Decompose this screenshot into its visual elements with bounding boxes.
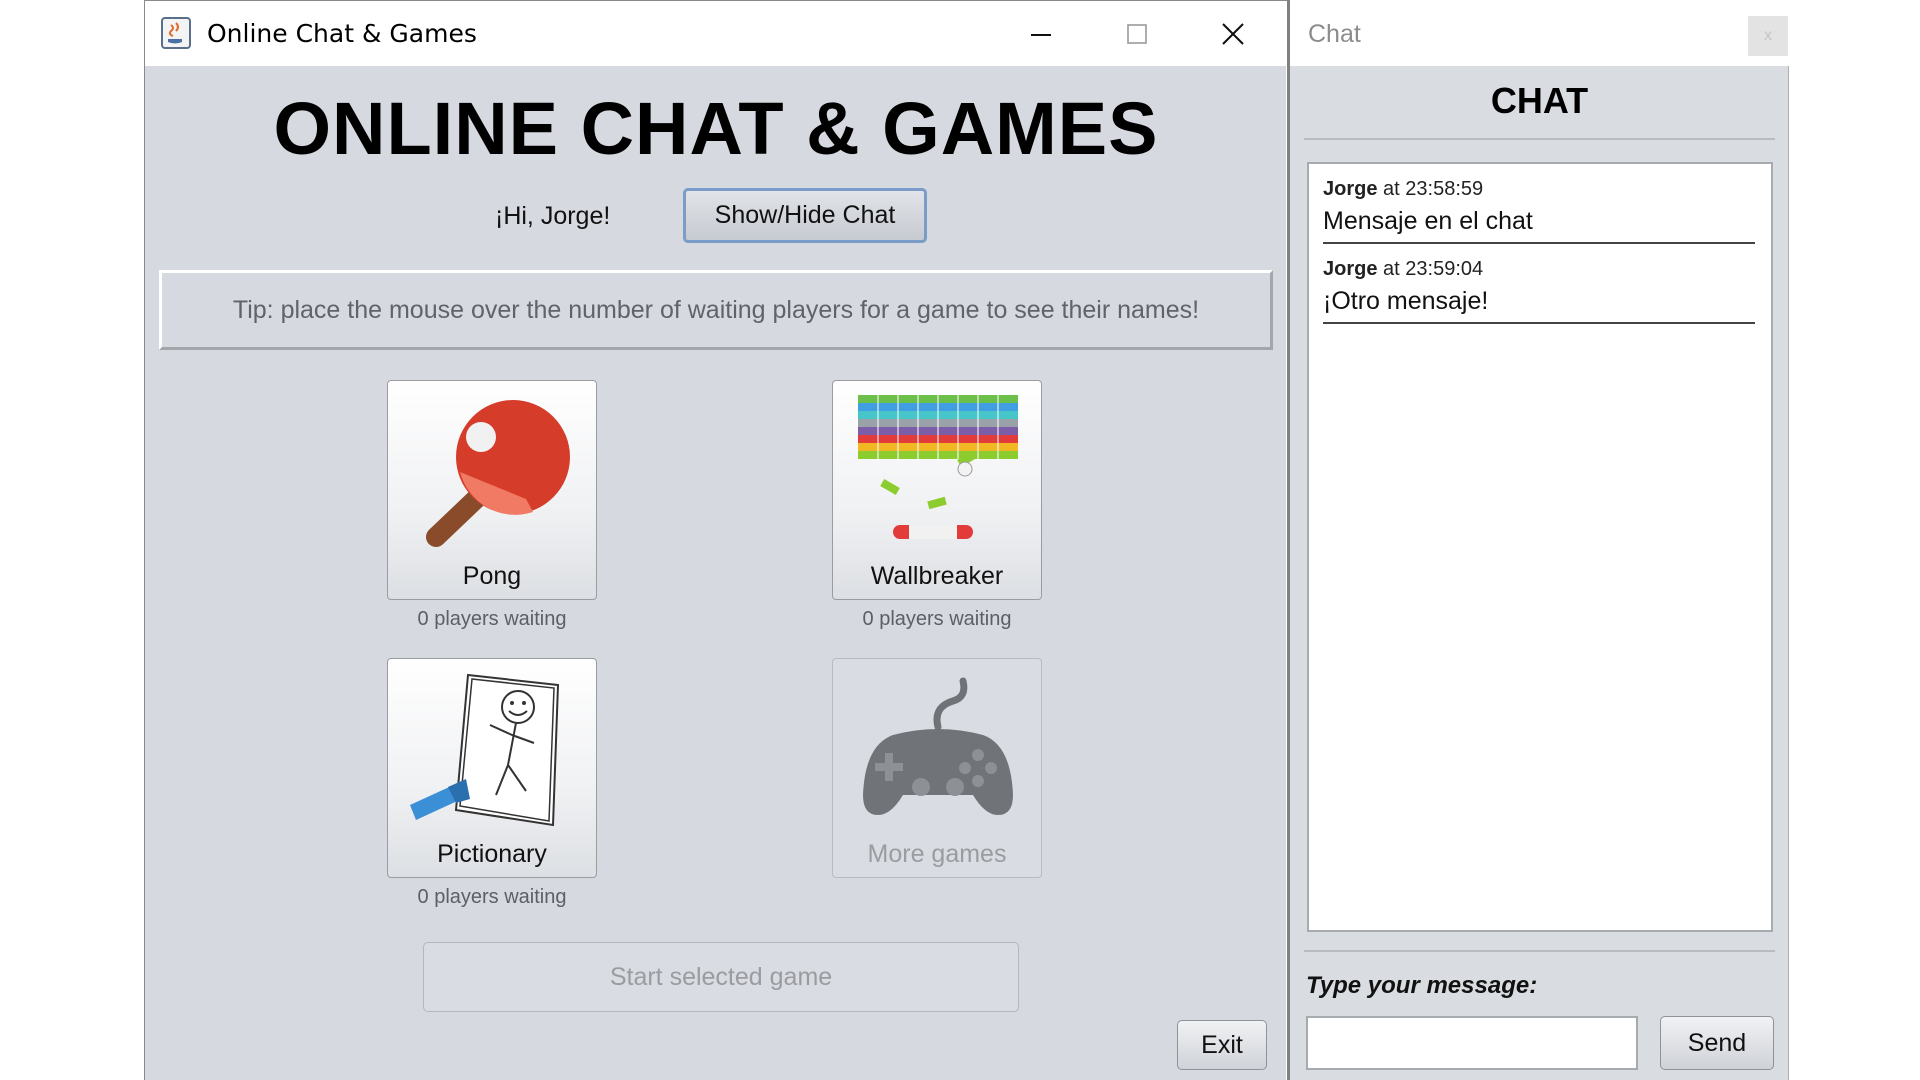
- game-label-more-games: More games: [867, 840, 1007, 868]
- game-label-pong: Pong: [462, 562, 522, 590]
- window-title: Online Chat & Games: [207, 19, 477, 48]
- close-icon: [1222, 23, 1244, 45]
- ping-pong-paddle-icon: [426, 400, 570, 547]
- maximize-icon: [1127, 24, 1147, 44]
- message-meta: Jorge at 23:58:59: [1323, 178, 1755, 201]
- tip-panel: Tip: place the mouse over the number of …: [159, 270, 1273, 350]
- java-app-icon: [161, 17, 191, 49]
- message-author: Jorge: [1323, 178, 1378, 200]
- message-input[interactable]: [1306, 1016, 1638, 1070]
- game-card-more-games: More games: [832, 658, 1042, 878]
- chat-message-log[interactable]: Jorge at 23:58:59 Mensaje en el chat Jor…: [1307, 162, 1773, 932]
- tip-text: Tip: place the mouse over the number of …: [232, 295, 1200, 324]
- game-card-pictionary[interactable]: Pictionary: [387, 658, 597, 878]
- game-card-wallbreaker[interactable]: Wallbreaker: [832, 380, 1042, 600]
- waiting-count-pictionary[interactable]: 0 players waiting: [387, 886, 597, 909]
- divider: [1304, 950, 1775, 952]
- chat-heading: CHAT: [1490, 80, 1589, 121]
- waiting-count-wallbreaker[interactable]: 0 players waiting: [832, 608, 1042, 631]
- message-time: at 23:58:59: [1383, 178, 1484, 200]
- message-meta: Jorge at 23:59:04: [1323, 258, 1755, 281]
- drawing-icon: [410, 673, 560, 827]
- message-time: at 23:59:04: [1383, 258, 1484, 280]
- app-heading: ONLINE CHAT & GAMES: [273, 87, 1159, 170]
- game-label-pictionary: Pictionary: [437, 840, 547, 868]
- minimize-icon: [1031, 34, 1051, 36]
- chat-message: Jorge at 23:59:04 ¡Otro mensaje!: [1323, 258, 1755, 324]
- chat-window-title: Chat: [1308, 20, 1361, 48]
- brick-breaker-icon: [858, 395, 1018, 539]
- message-text: ¡Otro mensaje!: [1323, 287, 1489, 315]
- chat-close-button[interactable]: x: [1748, 16, 1788, 56]
- gamepad-icon: [863, 677, 1013, 815]
- start-selected-game-button[interactable]: Start selected game: [423, 942, 1019, 1012]
- send-button[interactable]: Send: [1660, 1016, 1774, 1070]
- maximize-button[interactable]: [1107, 11, 1167, 57]
- main-titlebar[interactable]: Online Chat & Games: [145, 0, 1287, 66]
- message-author: Jorge: [1323, 258, 1378, 280]
- main-window: Online Chat & Games ONLINE CHAT & GAMES …: [144, 0, 1287, 1080]
- chat-window: Chat x CHAT Jorge at 23:58:59 Mensaje en…: [1287, 0, 1789, 1080]
- chat-message: Jorge at 23:58:59 Mensaje en el chat: [1323, 178, 1755, 244]
- divider: [1304, 138, 1775, 140]
- exit-button[interactable]: Exit: [1177, 1020, 1267, 1070]
- show-hide-chat-button[interactable]: Show/Hide Chat: [683, 188, 927, 243]
- close-button[interactable]: [1203, 11, 1263, 57]
- close-icon: x: [1764, 27, 1772, 44]
- game-label-wallbreaker: Wallbreaker: [870, 562, 1004, 590]
- waiting-count-pong[interactable]: 0 players waiting: [387, 608, 597, 631]
- message-input-label: Type your message:: [1306, 972, 1538, 999]
- message-text: Mensaje en el chat: [1323, 207, 1533, 235]
- chat-titlebar[interactable]: Chat x: [1290, 0, 1789, 66]
- greeting-label: ¡Hi, Jorge!: [495, 202, 611, 230]
- minimize-button[interactable]: [1011, 11, 1071, 57]
- game-card-pong[interactable]: Pong: [387, 380, 597, 600]
